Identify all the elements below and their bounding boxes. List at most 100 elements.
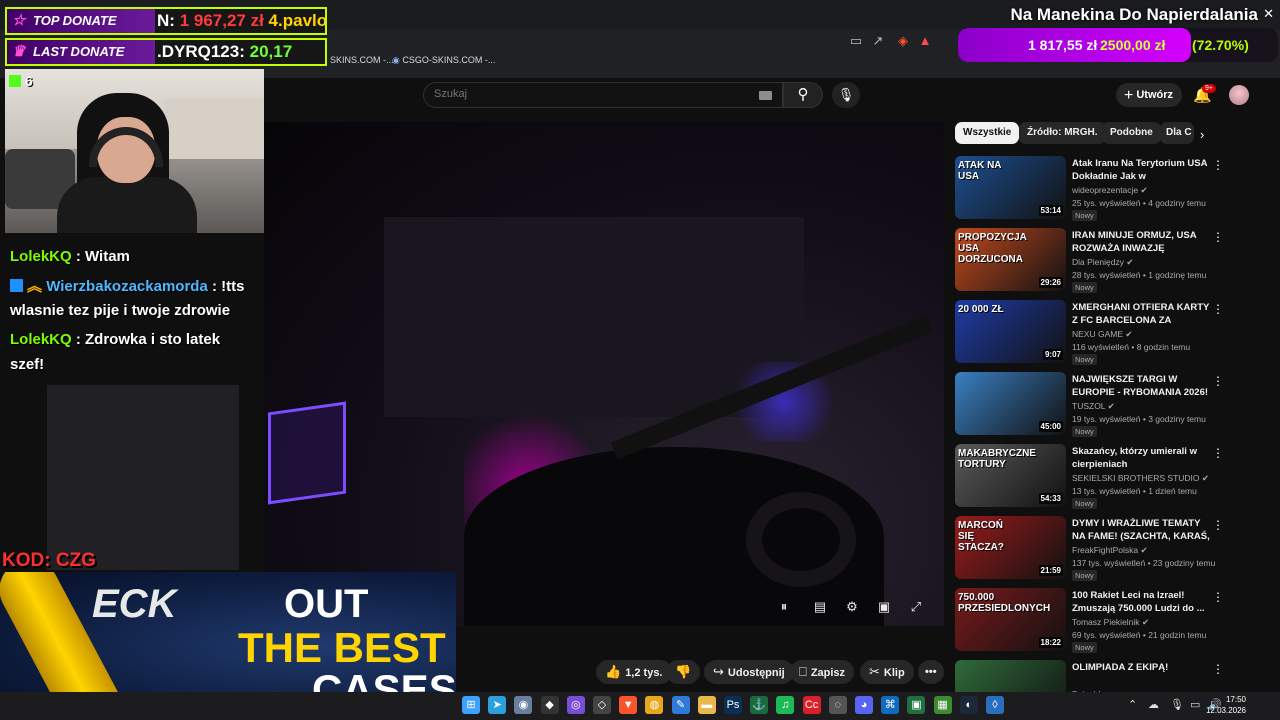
chip-for-you[interactable]: Dla C <box>1160 122 1194 144</box>
pause-icon[interactable]: ⏸ <box>774 597 794 617</box>
settings-icon[interactable]: ⚙ <box>842 597 862 617</box>
camera-icon[interactable]: ◉ <box>514 696 533 714</box>
share-button[interactable]: ↪ Udostępnij <box>704 660 794 684</box>
discord-icon[interactable]: ◕ <box>855 696 873 714</box>
search-button[interactable]: ⚲ <box>783 82 823 108</box>
chip-source[interactable]: Źródło: MRGH. <box>1019 122 1106 144</box>
create-button[interactable]: + Utwórz <box>1116 83 1182 107</box>
close-icon[interactable]: ✕ <box>1263 6 1274 22</box>
more-vertical-icon[interactable]: ⋮ <box>1212 302 1224 316</box>
brave-browser-icon[interactable]: ▼ <box>619 696 638 714</box>
creative-cloud-icon[interactable]: Cc <box>802 696 821 714</box>
vpn-icon[interactable]: ⚓ <box>750 696 769 714</box>
search-box[interactable] <box>423 82 783 108</box>
recommendation-item[interactable]: 20 000 ZŁ 9:07 XMERGHANI OTFIERA KARTY Z F… <box>955 300 1275 366</box>
chevron-right-icon[interactable]: › <box>1200 127 1204 142</box>
share-page-icon[interactable]: ↗ <box>870 33 886 49</box>
chevron-up-icon[interactable]: ⌃ <box>1128 698 1137 711</box>
recommendation-title[interactable]: OLIMPIADA Z EKIPĄ! <box>1072 661 1212 674</box>
recommendation-item[interactable]: MAKABRYCZNE TORTURY 54:33 Skazańcy, którzy… <box>955 444 1275 510</box>
recommendation-channel[interactable]: NEXU GAME ✔ <box>1072 329 1133 340</box>
recommendation-meta: 19 tys. wyświetleń • 3 godziny temu <box>1072 414 1206 424</box>
save-button[interactable]: ⎕ Zapisz <box>790 660 855 684</box>
recommendation-channel[interactable]: TUSZOL ✔ <box>1072 401 1115 412</box>
recommendation-item[interactable]: PROPOZYCJA USA DORZUCONA 29:26 IRAN MINUJE… <box>955 228 1275 294</box>
photoshop-icon[interactable]: Ps <box>724 696 742 714</box>
brave-rewards-icon[interactable]: ▲ <box>917 33 933 49</box>
more-vertical-icon[interactable]: ⋮ <box>1212 374 1224 388</box>
editor-icon[interactable]: ✎ <box>671 696 690 714</box>
recommendation-title[interactable]: Skazańcy, którzy umierali w cierpieniach <box>1072 445 1212 471</box>
bookmark-item[interactable]: SKINS.COM -... <box>330 55 394 65</box>
keyboard-icon[interactable] <box>759 91 772 100</box>
recommendation-title[interactable]: IRAN MINUJE ORMUZ, USA ROZWAŻA INWAZJĘ L… <box>1072 229 1212 255</box>
network-icon[interactable]: ▭ <box>1190 698 1200 711</box>
video-thumbnail[interactable]: MARCOŃ SIĘ STACZA? 21:59 <box>955 516 1066 579</box>
video-player[interactable]: ⏸ ▤ ⚙ ▣ ⤢ <box>264 122 944 626</box>
recommendation-item[interactable]: MARCOŃ SIĘ STACZA? 21:59 DYMY I WRAŻLIWE T… <box>955 516 1275 582</box>
app-icon[interactable]: ▣ <box>907 696 926 714</box>
recommendation-title[interactable]: 100 Rakiet Leci na Izrael! Zmuszają 750.… <box>1072 589 1212 615</box>
telegram-icon[interactable]: ➤ <box>488 696 507 714</box>
more-vertical-icon[interactable]: ⋮ <box>1212 590 1224 604</box>
recommendation-item[interactable]: 45:00 NAJWIĘKSZE TARGI W EUROPIE - RYBOMA… <box>955 372 1275 438</box>
recommendation-title[interactable]: DYMY I WRAŻLIWE TEMATY NA FAME! (SZACHTA… <box>1072 517 1212 543</box>
app-icon[interactable]: ◎ <box>566 696 585 714</box>
clip-label: Klip <box>883 667 905 679</box>
more-actions-button[interactable]: ••• <box>918 660 944 684</box>
more-vertical-icon[interactable]: ⋮ <box>1212 158 1224 172</box>
more-vertical-icon[interactable]: ⋮ <box>1212 662 1224 676</box>
cast-icon[interactable]: ▭ <box>848 33 864 49</box>
app-icon[interactable]: ◌ <box>828 696 847 714</box>
video-thumbnail[interactable]: 750.000 PRZESIEDLONYCH 18:22 <box>955 588 1066 651</box>
chip-related[interactable]: Podobne <box>1102 122 1161 144</box>
video-thumbnail[interactable]: 20 000 ZŁ 9:07 <box>955 300 1066 363</box>
recommendation-item[interactable]: 750.000 PRZESIEDLONYCH 18:22 100 Rakiet Le… <box>955 588 1275 654</box>
like-button[interactable]: 👍 1,2 tys. <box>596 660 672 684</box>
fullscreen-icon[interactable]: ⤢ <box>906 597 926 617</box>
steelseries-icon[interactable]: ◆ <box>540 696 559 714</box>
brave-shield-icon[interactable]: ◈ <box>895 33 911 49</box>
recommendation-title[interactable]: NAJWIĘKSZE TARGI W EUROPIE - RYBOMANIA 2… <box>1072 373 1212 399</box>
bookmark-item[interactable]: ◉ CSGO-SKINS.COM -... <box>392 55 495 66</box>
app-icon[interactable]: ◊ <box>986 696 1004 714</box>
recommendation-channel[interactable]: SEKIELSKI BROTHERS STUDIO ✔ <box>1072 473 1209 484</box>
minecraft-icon[interactable]: ▦ <box>933 696 952 714</box>
cloud-icon[interactable]: ☁ <box>1148 698 1159 711</box>
recommendation-title[interactable]: XMERGHANI OTFIERA KARTY Z FC BARCELONA Z… <box>1072 301 1212 327</box>
recommendation-channel[interactable]: FreakFightPolska ✔ <box>1072 545 1148 556</box>
steam-icon[interactable]: ◐ <box>959 696 978 714</box>
video-thumbnail[interactable]: MAKABRYCZNE TORTURY 54:33 <box>955 444 1066 507</box>
chat-username: LolekKQ <box>10 331 72 348</box>
microphone-tray-icon[interactable]: 🎙 <box>1170 698 1184 711</box>
recommendation-title[interactable]: Atak Iranu Na Terytorium USA Dokładnie J… <box>1072 157 1212 183</box>
video-thumbnail[interactable]: PROPOZYCJA USA DORZUCONA 29:26 <box>955 228 1066 291</box>
spotify-icon[interactable]: ♫ <box>776 696 795 714</box>
subtitles-icon[interactable]: ▤ <box>810 597 830 617</box>
recommendation-channel[interactable]: wideoprezentacje ✔ <box>1072 185 1148 196</box>
system-clock[interactable]: 17:50 12.03.2026 <box>1206 694 1246 716</box>
recommendation-item[interactable]: ATAK NA USA 53:14 Atak Iranu Na Terytorium… <box>955 156 1275 222</box>
account-avatar[interactable] <box>1229 85 1249 105</box>
recommendation-channel[interactable]: Tomasz Piekielnik ✔ <box>1072 617 1149 628</box>
plus-icon: + <box>1124 87 1134 104</box>
dislike-button[interactable]: 👎 <box>666 660 701 684</box>
theater-mode-icon[interactable]: ▣ <box>874 597 894 617</box>
thumbnail-text: PROPOZYCJA USA DORZUCONA <box>958 232 1027 265</box>
more-vertical-icon[interactable]: ⋮ <box>1212 518 1224 532</box>
more-vertical-icon[interactable]: ⋮ <box>1212 446 1224 460</box>
unity-icon[interactable]: ◇ <box>593 696 611 714</box>
chip-all[interactable]: Wszystkie <box>955 122 1020 144</box>
windows-icon[interactable]: ⊞ <box>462 696 480 714</box>
chrome-icon[interactable]: ◍ <box>645 696 664 714</box>
chat-text: : Witam <box>75 248 130 265</box>
vscode-icon[interactable]: ⌘ <box>881 696 900 714</box>
search-input[interactable] <box>434 88 734 100</box>
video-thumbnail[interactable]: 45:00 <box>955 372 1066 435</box>
recommendation-channel[interactable]: Dla Pieniędzy ✔ <box>1072 257 1133 268</box>
video-thumbnail[interactable]: ATAK NA USA 53:14 <box>955 156 1066 219</box>
clip-button[interactable]: ✂ Klip <box>860 660 914 684</box>
voice-search-button[interactable]: 🎙 <box>832 82 860 108</box>
file-explorer-icon[interactable]: ▬ <box>697 696 716 714</box>
more-vertical-icon[interactable]: ⋮ <box>1212 230 1224 244</box>
